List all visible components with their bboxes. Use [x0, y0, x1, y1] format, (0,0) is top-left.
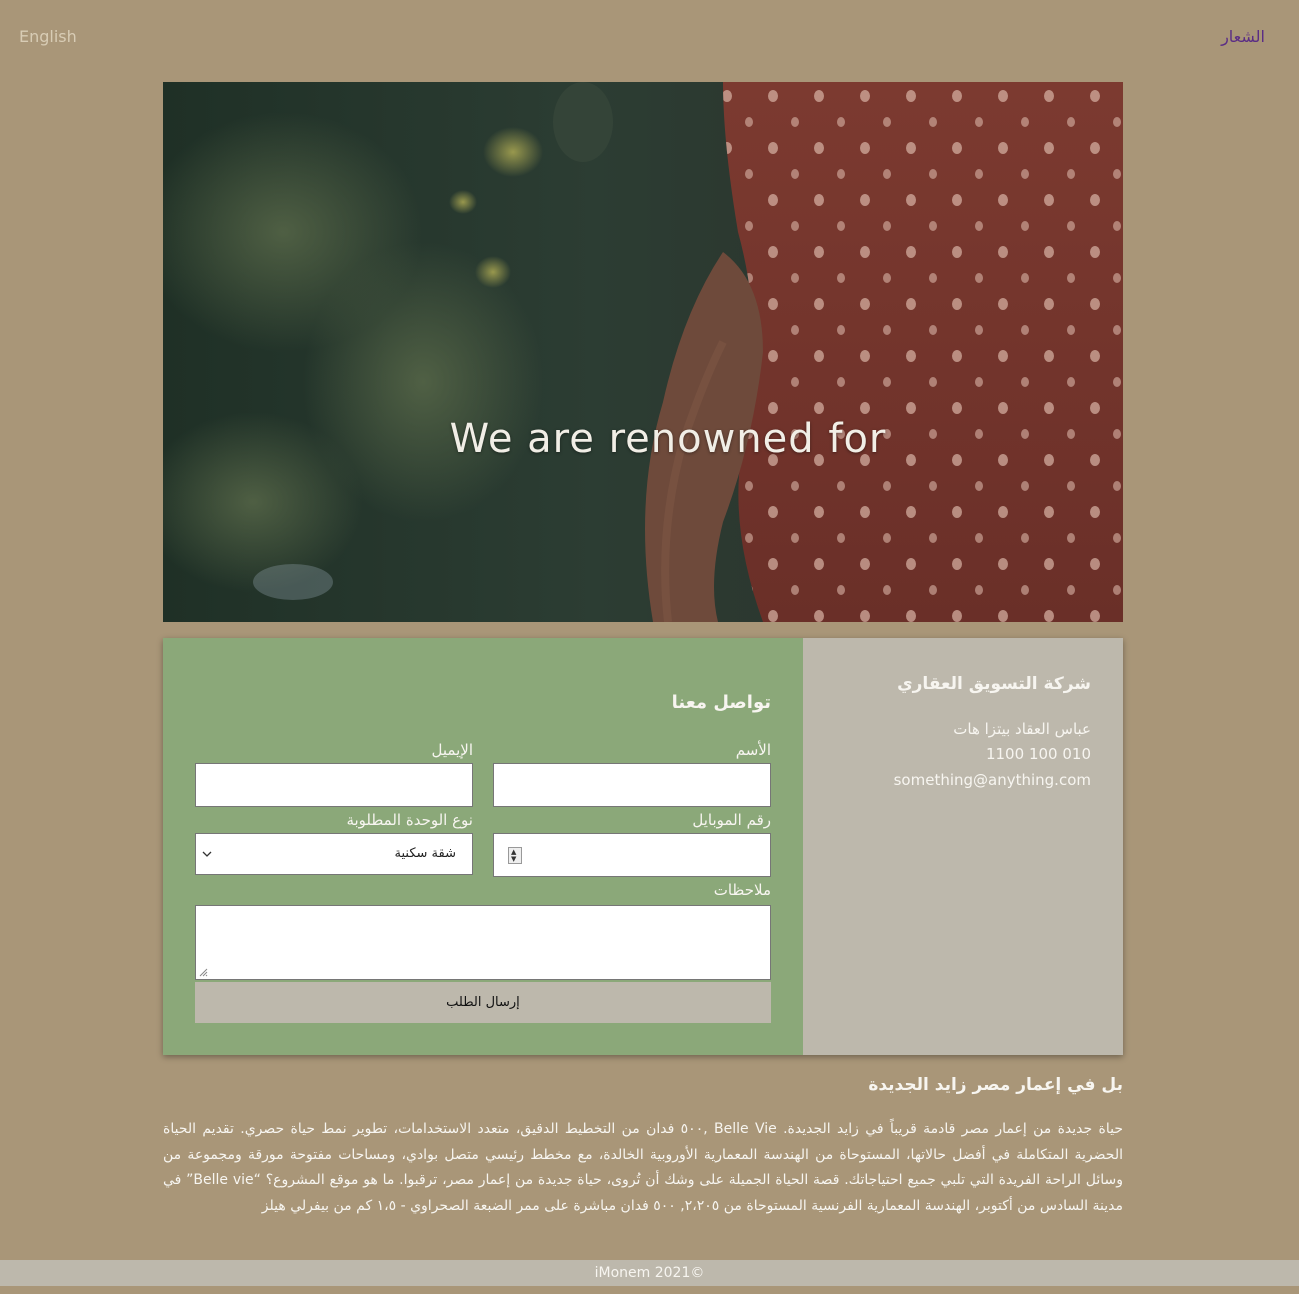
- notes-label: ملاحظات: [713, 881, 771, 899]
- mobile-input[interactable]: ▲ ▼: [493, 833, 771, 877]
- company-address: عباس العقاد بيتزا هات: [953, 720, 1091, 738]
- name-label: الأسم: [735, 741, 771, 759]
- copyright-text: iMonem 2021©: [594, 1265, 705, 1281]
- chevron-down-icon: [202, 851, 212, 857]
- unit-type-label: نوع الوحدة المطلوبة: [346, 811, 473, 829]
- footer: iMonem 2021©: [0, 1260, 1299, 1286]
- form-title: تواصل معنا: [671, 692, 771, 713]
- about-section: بل في إعمار مصر زايد الجديدة حياة جديدة …: [163, 1075, 1123, 1219]
- about-title: بل في إعمار مصر زايد الجديدة: [868, 1075, 1123, 1095]
- hero-video-frame: [163, 82, 1123, 622]
- hero-video[interactable]: We are renowned for: [163, 82, 1123, 622]
- notes-textarea[interactable]: [195, 905, 771, 980]
- company-phone: 010 100 1100: [985, 745, 1091, 763]
- email-label: الإيميل: [431, 741, 473, 759]
- logo-link[interactable]: الشعار: [1221, 27, 1265, 46]
- language-switch-link[interactable]: English: [19, 27, 77, 46]
- about-body: حياة جديدة من إعمار مصر قادمة قريباً في …: [163, 1121, 1123, 1214]
- hero-caption: We are renowned for: [449, 416, 887, 462]
- contact-form: تواصل معنا الأسم الإيميل رقم الموبايل ▲ …: [163, 638, 803, 1055]
- unit-type-select[interactable]: شقة سكنية: [195, 833, 473, 875]
- contact-card: تواصل معنا الأسم الإيميل رقم الموبايل ▲ …: [163, 638, 1123, 1055]
- company-name: شركة التسويق العقاري: [897, 674, 1091, 694]
- submit-button[interactable]: إرسال الطلب: [195, 982, 771, 1023]
- email-input[interactable]: [195, 763, 473, 807]
- mobile-label: رقم الموبايل: [692, 811, 771, 829]
- unit-type-selected-value: شقة سكنية: [394, 846, 456, 861]
- number-spinner[interactable]: ▲ ▼: [508, 847, 522, 864]
- name-input[interactable]: [493, 763, 771, 807]
- company-email: something@anything.com: [893, 771, 1091, 789]
- company-info: شركة التسويق العقاري عباس العقاد بيتزا ه…: [803, 638, 1123, 1055]
- top-navigation: English الشعار: [0, 0, 1299, 76]
- resize-grip-icon[interactable]: [198, 967, 208, 977]
